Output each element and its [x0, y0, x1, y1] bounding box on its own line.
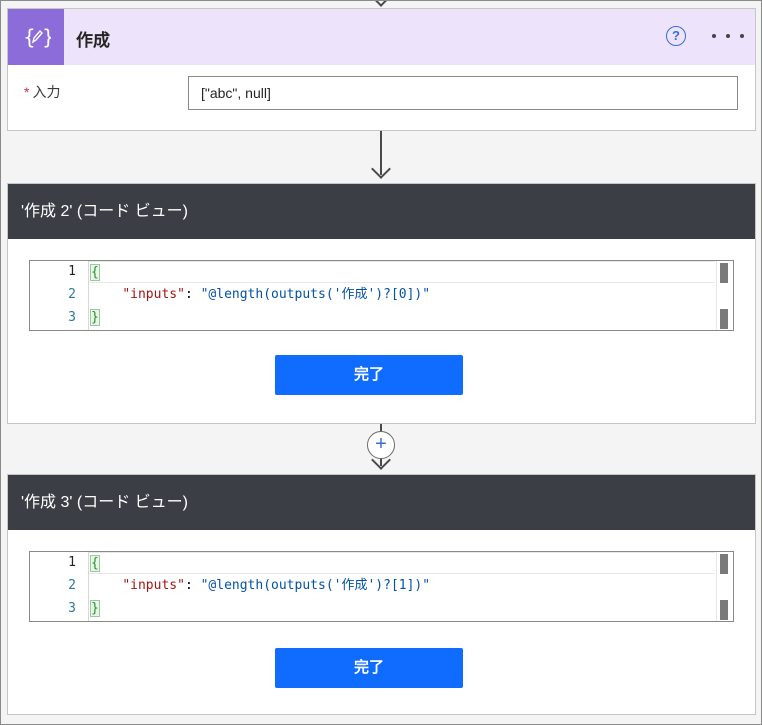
- help-icon[interactable]: ?: [666, 26, 686, 46]
- inputs-field[interactable]: ["abc", null]: [188, 76, 738, 110]
- scroll-thumb-top: [720, 554, 728, 574]
- code-line: }: [89, 307, 715, 329]
- more-options-icon[interactable]: [712, 27, 744, 45]
- code-view-card-title: '作成 3' (コード ビュー): [8, 475, 755, 530]
- code-line: {: [89, 261, 715, 283]
- code-editor[interactable]: 1 2 3 { "inputs": "@length(outputs('作成')…: [29, 551, 734, 622]
- line-number-gutter: 1 2 3: [30, 552, 88, 621]
- scroll-thumb-bottom: [720, 309, 728, 329]
- code-editor[interactable]: 1 2 3 { "inputs": "@length(outputs('作成')…: [29, 260, 734, 331]
- code-line: "inputs": "@length(outputs('作成')?[0])": [89, 284, 715, 306]
- editor-scrollbar[interactable]: [716, 261, 730, 330]
- code-text-area[interactable]: { "inputs": "@length(outputs('作成')?[0])"…: [88, 261, 715, 330]
- line-number: 3: [68, 310, 76, 325]
- code-view-card: '作成 3' (コード ビュー) 1 2 3 { "inputs": "@len…: [7, 474, 756, 715]
- compose-icon: { }: [8, 9, 64, 65]
- line-number: 2: [68, 287, 76, 302]
- scroll-thumb-bottom: [720, 600, 728, 620]
- code-line: "inputs": "@length(outputs('作成')?[1])": [89, 575, 715, 597]
- json-value: "@length(outputs('作成')?[1])": [200, 578, 431, 593]
- open-brace: {: [90, 264, 100, 281]
- scroll-thumb-top: [720, 263, 728, 283]
- code-text-area[interactable]: { "inputs": "@length(outputs('作成')?[1])"…: [88, 552, 715, 621]
- json-value: "@length(outputs('作成')?[0])": [200, 287, 431, 302]
- code-line: {: [89, 552, 715, 574]
- input-label-text: 入力: [32, 84, 61, 100]
- code-view-card-title: '作成 2' (コード ビュー): [8, 184, 755, 239]
- arrow-down-icon: [371, 0, 391, 7]
- json-key: "inputs": [122, 287, 185, 302]
- json-separator: :: [184, 578, 201, 593]
- compose-action-card[interactable]: { } 作成 ? *入力 ["abc", null]: [7, 8, 756, 131]
- done-button[interactable]: 完了: [275, 355, 463, 395]
- code-line: }: [89, 598, 715, 620]
- close-brace: }: [90, 600, 100, 617]
- compose-card-header[interactable]: { } 作成 ?: [8, 9, 755, 65]
- open-brace: {: [90, 555, 100, 572]
- line-number: 2: [68, 578, 76, 593]
- svg-text:{: {: [23, 25, 36, 49]
- svg-text:}: }: [42, 25, 51, 49]
- compose-card-title: 作成: [76, 31, 110, 50]
- line-number: 3: [68, 601, 76, 616]
- input-field-label: * 入力: [24, 82, 60, 102]
- required-marker: *: [24, 84, 30, 100]
- json-separator: :: [184, 287, 201, 302]
- code-view-card: '作成 2' (コード ビュー) 1 2 3 { "inputs": "@len…: [7, 183, 756, 424]
- json-key: "inputs": [122, 578, 185, 593]
- done-button[interactable]: 完了: [275, 648, 463, 688]
- line-number: 1: [68, 555, 76, 570]
- close-brace: }: [90, 309, 100, 326]
- editor-scrollbar[interactable]: [716, 552, 730, 621]
- line-number-gutter: 1 2 3: [30, 261, 88, 330]
- arrow-down-icon: [371, 159, 391, 179]
- line-number: 1: [68, 264, 76, 279]
